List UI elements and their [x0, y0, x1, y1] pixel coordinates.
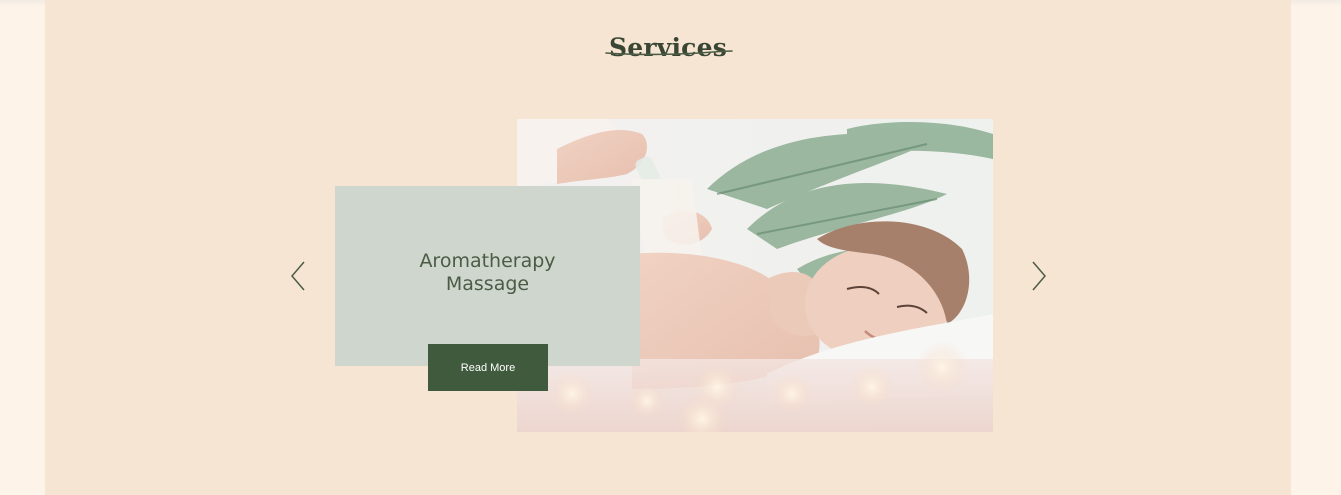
chevron-left-icon — [291, 261, 305, 291]
next-slide-button[interactable] — [1026, 258, 1050, 294]
prev-slide-button[interactable] — [287, 258, 311, 294]
chevron-right-icon — [1032, 261, 1046, 291]
service-title: Aromatherapy Massage — [419, 250, 556, 295]
services-slider: Aromatherapy Massage Read More — [45, 0, 1291, 495]
service-card: Aromatherapy Massage — [335, 186, 640, 366]
services-section: Services Aromatherapy Massage Read More — [45, 0, 1291, 495]
read-more-button[interactable]: Read More — [428, 344, 548, 391]
page: Services Aromatherapy Massage Read More — [0, 0, 1341, 495]
